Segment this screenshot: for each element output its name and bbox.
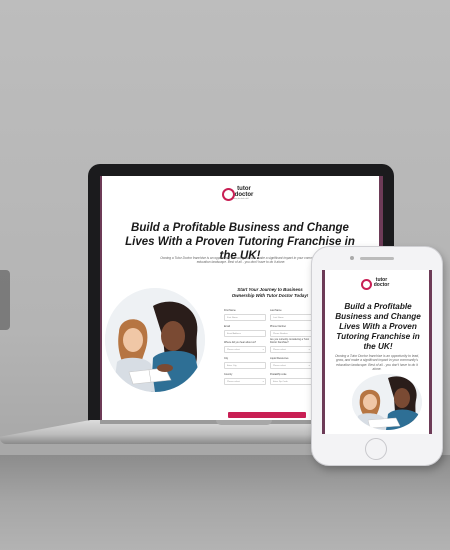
phone-camera (350, 256, 354, 260)
liquid-resources-select[interactable]: Please select (270, 362, 312, 369)
referral-label: Where did you hear about us? (224, 341, 257, 344)
email-label: Email (224, 325, 230, 328)
phone-input[interactable]: Phone Number (270, 330, 312, 337)
tutor-doctor-logo[interactable]: tutor doctor Tutoring the whole child (220, 186, 260, 201)
left-accent-bar (100, 176, 102, 420)
liquid-resources-label: Liquid Resources (270, 357, 289, 360)
last-name-label: Last Name (270, 309, 282, 312)
country-label: Country (224, 373, 233, 376)
logo-mark-icon (361, 279, 372, 290)
hero-photo (105, 288, 205, 392)
laptop-notch (216, 420, 272, 425)
chevron-down-icon: ⌄ (262, 379, 265, 383)
table-surface (0, 455, 450, 550)
considering-label: Are you currently considering a Tutor Do… (270, 338, 310, 344)
phone-intro: Owning a Tutor Doctor franchise is an op… (334, 354, 420, 372)
phone-screen: tutor doctor Build a Profitable Business… (322, 270, 432, 434)
phone-headline: Build a Profitable Business and Change L… (335, 302, 421, 351)
phone-left-accent (322, 270, 325, 434)
phone-logo-line2: doctor (373, 282, 390, 288)
phone-tutor-illustration (352, 374, 422, 430)
country-select[interactable]: Please select (224, 378, 266, 385)
hero-intro: Owning a Tutor Doctor franchise is an op… (160, 256, 322, 265)
city-input[interactable]: Enter City (224, 362, 266, 369)
phone-speaker (360, 257, 394, 260)
first-name-input[interactable]: First Name (224, 314, 266, 321)
lead-form: Start Your Journey to Business Ownership… (218, 284, 316, 420)
zip-label: Postal/Zip code (270, 373, 287, 376)
phone-home-button[interactable] (365, 438, 387, 460)
email-input[interactable]: Email Address (224, 330, 266, 337)
phone-logo[interactable]: tutor doctor (357, 278, 397, 290)
city-label: City (224, 357, 229, 360)
referral-select[interactable]: Please select (224, 346, 266, 353)
background-object (0, 270, 10, 330)
first-name-label: First Name (224, 309, 236, 312)
phone-label: Phone Number (270, 325, 287, 328)
chevron-down-icon: ⌄ (262, 347, 265, 351)
form-title: Start Your Journey to Business Ownership… (231, 287, 309, 298)
logo-mark-icon (222, 188, 235, 201)
zip-input[interactable]: Enter Zip Code (270, 378, 312, 385)
logo-line2: doctor (234, 192, 254, 198)
logo-tagline: Tutoring the whole child (231, 199, 249, 200)
tutor-and-child-illustration (105, 288, 205, 392)
last-name-input[interactable]: Last Name (270, 314, 312, 321)
submit-button[interactable] (228, 412, 306, 418)
phone-hero-photo (352, 374, 422, 430)
phone-right-accent (429, 270, 432, 434)
considering-select[interactable]: Please select (270, 346, 312, 353)
